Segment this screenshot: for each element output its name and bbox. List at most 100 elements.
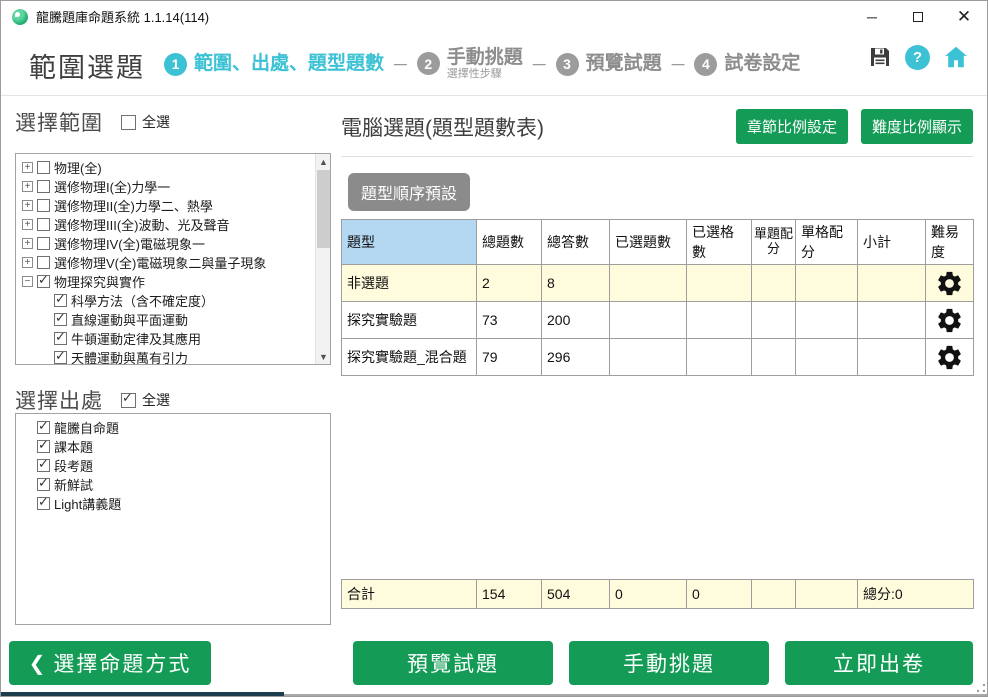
expand-icon[interactable]: + [22, 181, 33, 192]
step-1-circle: 1 [164, 53, 187, 76]
list-item[interactable]: 龍騰自命題 [20, 418, 330, 437]
tree-item-label: 科學方法（含不確定度） [71, 291, 214, 310]
gear-icon[interactable] [935, 269, 964, 298]
cell-score-per-cell[interactable] [796, 302, 858, 339]
list-item[interactable]: 新鮮試 [20, 475, 330, 494]
checkbox[interactable] [37, 218, 50, 231]
expand-icon[interactable]: + [22, 162, 33, 173]
cell-total-questions: 79 [477, 339, 542, 376]
difficulty-cell[interactable] [926, 265, 974, 302]
checkbox[interactable] [54, 332, 67, 345]
tree-item[interactable]: 直線運動與平面運動 [20, 310, 330, 329]
tree-item-label: 物理探究與實作 [54, 272, 145, 291]
scrollbar-thumb[interactable] [317, 170, 330, 248]
checkbox[interactable] [37, 256, 50, 269]
cell-score-per-cell[interactable] [796, 339, 858, 376]
tree-item[interactable]: + 選修物理II(全)力學二、熱學 [20, 196, 330, 215]
resize-grip[interactable] [977, 684, 985, 692]
step-2-sublabel: 選擇性步驟 [447, 68, 523, 80]
scroll-down-icon[interactable]: ▼ [316, 349, 331, 364]
tree-item[interactable]: − 物理探究與實作 [20, 272, 330, 291]
expand-icon[interactable]: + [22, 200, 33, 211]
checkbox[interactable] [54, 351, 67, 364]
save-icon[interactable] [868, 45, 892, 69]
gear-icon[interactable] [935, 343, 964, 372]
cell-score-per-question[interactable] [752, 302, 796, 339]
list-item-label: 新鮮試 [54, 475, 93, 494]
checkbox[interactable] [54, 313, 67, 326]
tree-item-label: 選修物理II(全)力學二、熱學 [54, 196, 213, 215]
step-4-label: 試卷設定 [724, 54, 800, 75]
table-row: 非選題 2 8 [342, 265, 974, 302]
cell-subtotal [858, 302, 926, 339]
tree-scrollbar[interactable]: ▲ ▼ [315, 154, 330, 364]
tree-item[interactable]: + 物理(全) [20, 158, 330, 177]
checkbox[interactable] [37, 440, 50, 453]
gear-icon[interactable] [935, 306, 964, 335]
checkbox[interactable] [37, 180, 50, 193]
tree-item[interactable]: + 選修物理IV(全)電磁現象一 [20, 234, 330, 253]
cell-score-per-cell[interactable] [796, 265, 858, 302]
cell-type: 探究實驗題 [342, 302, 477, 339]
cell-selected-questions [610, 302, 687, 339]
expand-icon[interactable]: + [22, 238, 33, 249]
divider [341, 156, 973, 157]
back-to-mode-button[interactable]: ❮ 選擇命題方式 [9, 641, 211, 685]
checkbox[interactable] [37, 161, 50, 174]
source-list: 龍騰自命題 課本題 段考題 新鮮試 [15, 413, 331, 625]
tree-item[interactable]: + 選修物理I(全)力學一 [20, 177, 330, 196]
step-indicator: 1 範圍、出處、題型題數 ─ 2 手動挑題 選擇性步驟 ─ 3 預覽試題 ─ 4… [164, 32, 800, 96]
checkbox[interactable] [37, 459, 50, 472]
home-icon[interactable] [943, 44, 969, 70]
manual-pick-button[interactable]: 手動挑題 [569, 641, 769, 685]
list-item[interactable]: 段考題 [20, 456, 330, 475]
table-header-row: 題型 總題數 總答數 已選題數 已選格數 單題配分 單格配分 小計 難易度 [342, 220, 974, 265]
range-select-all-checkbox[interactable] [121, 115, 136, 130]
generate-exam-button[interactable]: 立即出卷 [785, 641, 973, 685]
difficulty-cell[interactable] [926, 339, 974, 376]
difficulty-ratio-button[interactable]: 難度比例顯示 [861, 109, 973, 144]
expand-icon[interactable]: + [22, 219, 33, 230]
checkbox[interactable] [37, 237, 50, 250]
tree-item[interactable]: 科學方法（含不確定度） [20, 291, 330, 310]
minimize-button[interactable]: ─ [849, 1, 895, 32]
total-score-per-cell [796, 580, 858, 609]
list-item-label: 段考題 [54, 456, 93, 475]
difficulty-cell[interactable] [926, 302, 974, 339]
tree-item[interactable]: + 選修物理V(全)電磁現象二與量子現象 [20, 253, 330, 272]
close-button[interactable]: ✕ [941, 1, 987, 32]
cell-score-per-question[interactable] [752, 265, 796, 302]
maximize-button[interactable] [895, 1, 941, 32]
checkbox[interactable] [37, 275, 50, 288]
list-item[interactable]: Light講義題 [20, 494, 330, 513]
scroll-up-icon[interactable]: ▲ [316, 154, 331, 169]
total-answers-value: 504 [542, 580, 610, 609]
window-title: 龍騰題庫命題系統 1.1.14(114) [36, 7, 209, 26]
help-icon[interactable]: ? [905, 45, 930, 70]
cell-total-questions: 73 [477, 302, 542, 339]
checkbox[interactable] [37, 421, 50, 434]
col-header-selected-questions: 已選題數 [610, 220, 687, 265]
tree-item[interactable]: 牛頓運動定律及其應用 [20, 329, 330, 348]
checkbox[interactable] [54, 294, 67, 307]
collapse-icon[interactable]: − [22, 276, 33, 287]
total-score-per-question [752, 580, 796, 609]
chapter-ratio-button[interactable]: 章節比例設定 [736, 109, 848, 144]
tree-item[interactable]: 天體運動與萬有引力 [20, 348, 330, 365]
range-tree: + 物理(全) + 選修物理I(全)力學一 + 選修物理II(全)力學二、熱學 … [15, 153, 331, 365]
tree-item-label: 直線運動與平面運動 [71, 310, 188, 329]
type-order-button[interactable]: 題型順序預設 [348, 173, 470, 211]
checkbox[interactable] [37, 199, 50, 212]
page-header: 範圍選題 1 範圍、出處、題型題數 ─ 2 手動挑題 選擇性步驟 ─ 3 預覽試… [1, 32, 987, 96]
source-select-all-checkbox[interactable] [121, 393, 136, 408]
expand-icon[interactable]: + [22, 257, 33, 268]
tree-item[interactable]: + 選修物理III(全)波動、光及聲音 [20, 215, 330, 234]
preview-questions-button[interactable]: 預覽試題 [353, 641, 553, 685]
cell-subtotal [858, 339, 926, 376]
cell-score-per-question[interactable] [752, 339, 796, 376]
checkbox[interactable] [37, 497, 50, 510]
list-item[interactable]: 課本題 [20, 437, 330, 456]
col-header-difficulty: 難易度 [926, 220, 974, 265]
checkbox[interactable] [37, 478, 50, 491]
tree-item-label: 選修物理I(全)力學一 [54, 177, 170, 196]
